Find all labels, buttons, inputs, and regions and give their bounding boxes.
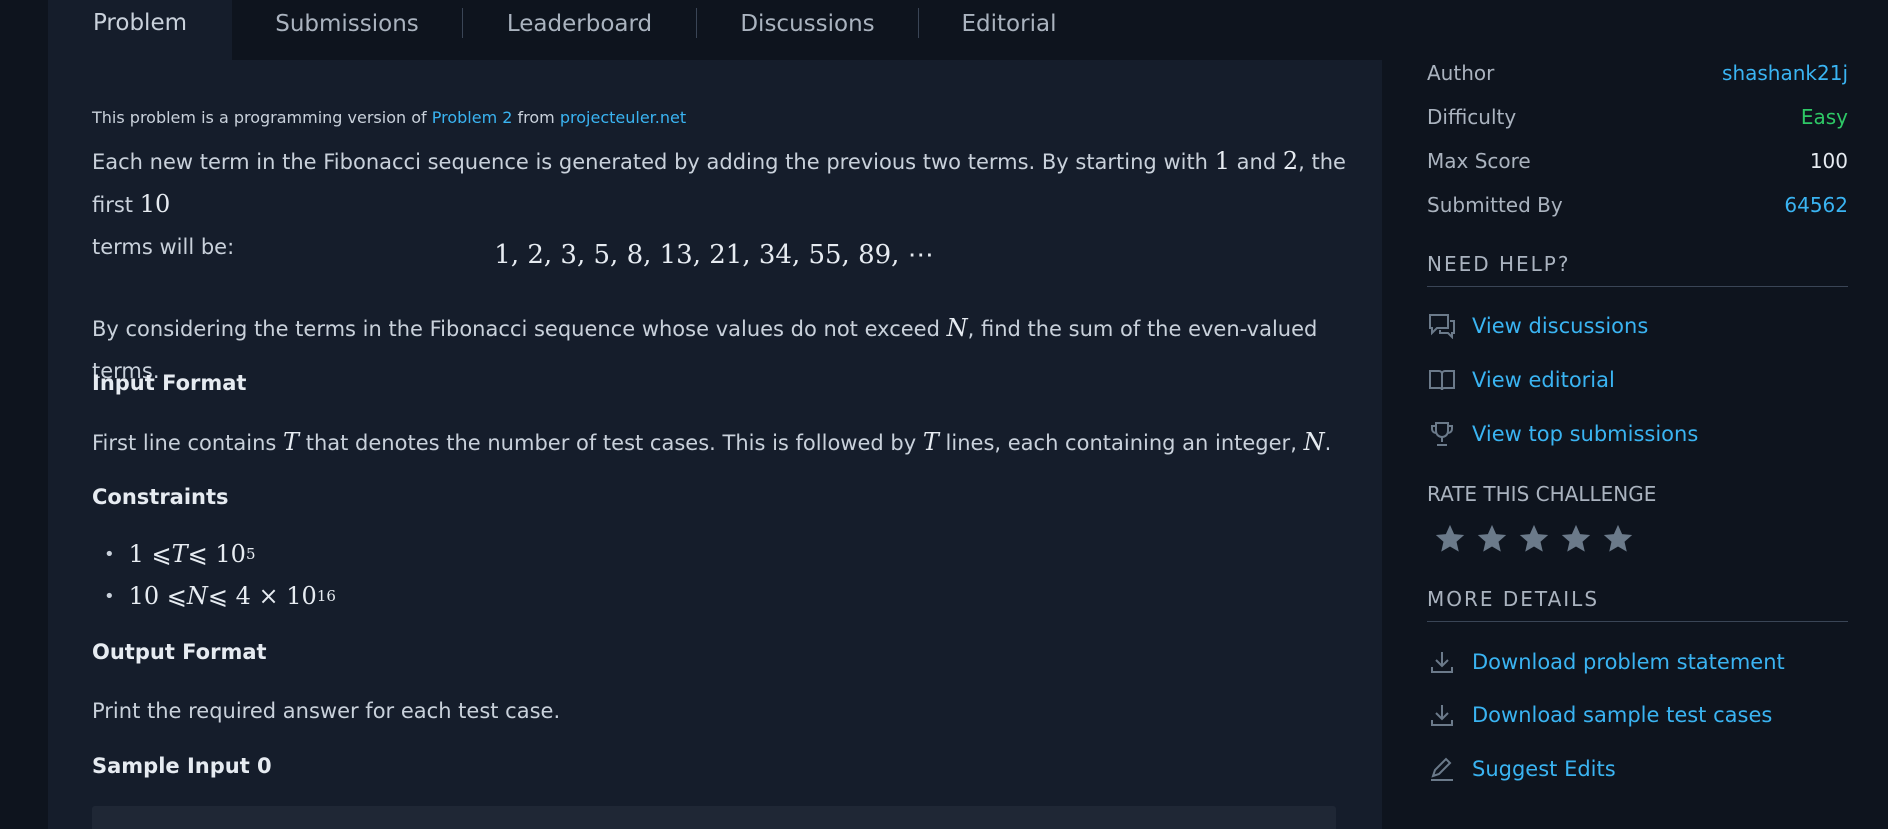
download-icon: [1427, 647, 1457, 677]
constraint-exponent: 5: [245, 545, 256, 563]
tab-discussions-label: Discussions: [740, 11, 875, 37]
constraints-list: • 1 ⩽ T ⩽ 10 5 • 10 ⩽ N ⩽ 4 × 10 16: [104, 533, 336, 617]
constraint-rhs: ⩽ 4 × 10: [207, 582, 317, 610]
download-samples-label: Download sample test cases: [1472, 703, 1773, 727]
suggest-edits-link[interactable]: Suggest Edits: [1427, 754, 1616, 784]
tab-editorial[interactable]: Editorial: [919, 0, 1099, 48]
input-text-c: lines, each containing an integer,: [945, 431, 1297, 455]
math-n: N: [1303, 428, 1325, 456]
sample-input-box: [92, 806, 1336, 829]
math-one: 1: [1214, 147, 1230, 175]
download-sample-test-cases-link[interactable]: Download sample test cases: [1427, 700, 1772, 730]
max-score-value: 100: [1809, 149, 1848, 173]
constraint-exponent: 16: [316, 587, 336, 605]
output-format-heading: Output Format: [92, 640, 267, 664]
fibonacci-sequence: 1, 2, 3, 5, 8, 13, 21, 34, 55, 89, ⋯: [494, 240, 934, 270]
constraints-heading: Constraints: [92, 485, 229, 509]
input-format-heading: Input Format: [92, 371, 247, 395]
star-icon[interactable]: [1601, 522, 1635, 556]
star-icon[interactable]: [1517, 522, 1551, 556]
max-score-label: Max Score: [1427, 149, 1531, 173]
view-editorial-label: View editorial: [1472, 368, 1615, 392]
input-text-d: .: [1324, 431, 1332, 455]
rate-challenge-title: RATE THIS CHALLENGE: [1427, 482, 1657, 506]
difficulty-label: Difficulty: [1427, 105, 1517, 129]
difficulty-row: Difficulty Easy: [1427, 105, 1848, 129]
tab-leaderboard[interactable]: Leaderboard: [463, 0, 696, 48]
author-label: Author: [1427, 61, 1495, 85]
view-top-submissions-label: View top submissions: [1472, 422, 1699, 446]
star-icon[interactable]: [1433, 522, 1467, 556]
download-problem-statement-link[interactable]: Download problem statement: [1427, 647, 1785, 677]
book-icon: [1427, 365, 1457, 395]
submitted-by-row: Submitted By 64562: [1427, 193, 1848, 217]
tab-bar: Problem Submissions Leaderboard Discussi…: [48, 0, 1382, 60]
view-discussions-link[interactable]: View discussions: [1427, 311, 1648, 341]
pencil-icon: [1427, 754, 1457, 784]
view-discussions-label: View discussions: [1472, 314, 1649, 338]
star-icon[interactable]: [1475, 522, 1509, 556]
view-editorial-link[interactable]: View editorial: [1427, 365, 1615, 395]
difficulty-value: Easy: [1800, 105, 1848, 129]
bullet-icon: •: [104, 585, 115, 607]
input-text-a: First line contains: [92, 431, 277, 455]
math-n: N: [946, 314, 968, 342]
download-icon: [1427, 700, 1457, 730]
constraint-item: • 10 ⩽ N ⩽ 4 × 10 16: [104, 575, 336, 617]
constraint-var: N: [186, 582, 208, 610]
tab-leaderboard-label: Leaderboard: [506, 11, 653, 37]
max-score-row: Max Score 100: [1427, 149, 1848, 173]
note-prefix: This problem is a programming version of: [92, 108, 427, 127]
bullet-icon: •: [104, 543, 115, 565]
star-rating: [1433, 522, 1643, 556]
output-format-text: Print the required answer for each test …: [92, 699, 561, 723]
tab-problem-label: Problem: [92, 10, 188, 36]
constraint-var: T: [171, 540, 188, 568]
consider-text-a: By considering the terms in the Fibonacc…: [92, 317, 940, 341]
intro-text-b: and: [1236, 150, 1277, 174]
consider-paragraph: By considering the terms in the Fibonacc…: [92, 307, 1382, 392]
problem-2-link[interactable]: Problem 2: [432, 108, 513, 127]
main-panel: Problem Submissions Leaderboard Discussi…: [48, 0, 1382, 829]
math-ten: 10: [139, 190, 171, 218]
constraint-lhs: 10 ⩽: [128, 582, 187, 610]
submitted-by-link[interactable]: 64562: [1784, 193, 1848, 217]
view-top-submissions-link[interactable]: View top submissions: [1427, 419, 1698, 449]
input-format-text: First line contains T that denotes the n…: [92, 421, 1382, 464]
math-t: T: [283, 428, 300, 456]
download-statement-label: Download problem statement: [1472, 650, 1785, 674]
constraint-lhs: 1 ⩽: [128, 540, 172, 568]
sample-input-heading: Sample Input 0: [92, 754, 272, 778]
suggest-edits-label: Suggest Edits: [1472, 757, 1616, 781]
tab-problem[interactable]: Problem: [48, 0, 232, 60]
tab-submissions-label: Submissions: [275, 11, 419, 37]
input-text-b: that denotes the number of test cases. T…: [305, 431, 917, 455]
more-details-title: MORE DETAILS: [1427, 587, 1848, 622]
constraint-item: • 1 ⩽ T ⩽ 10 5: [104, 533, 336, 575]
intro-text-a: Each new term in the Fibonacci sequence …: [92, 150, 1208, 174]
submitted-by-label: Submitted By: [1427, 193, 1563, 217]
note-mid: from: [517, 108, 555, 127]
need-help-title: NEED HELP?: [1427, 252, 1848, 287]
tab-submissions[interactable]: Submissions: [232, 0, 462, 48]
tab-editorial-label: Editorial: [961, 11, 1057, 37]
math-t: T: [922, 428, 939, 456]
math-two: 2: [1282, 147, 1299, 175]
projecteuler-link[interactable]: projecteuler.net: [560, 108, 686, 127]
author-link[interactable]: shashank21j: [1722, 61, 1848, 85]
discussions-icon: [1427, 311, 1457, 341]
author-row: Author shashank21j: [1427, 61, 1848, 85]
source-note: This problem is a programming version of…: [92, 108, 686, 127]
tab-discussions[interactable]: Discussions: [697, 0, 918, 48]
star-icon[interactable]: [1559, 522, 1593, 556]
constraint-rhs: ⩽ 10: [187, 540, 246, 568]
trophy-icon: [1427, 419, 1457, 449]
